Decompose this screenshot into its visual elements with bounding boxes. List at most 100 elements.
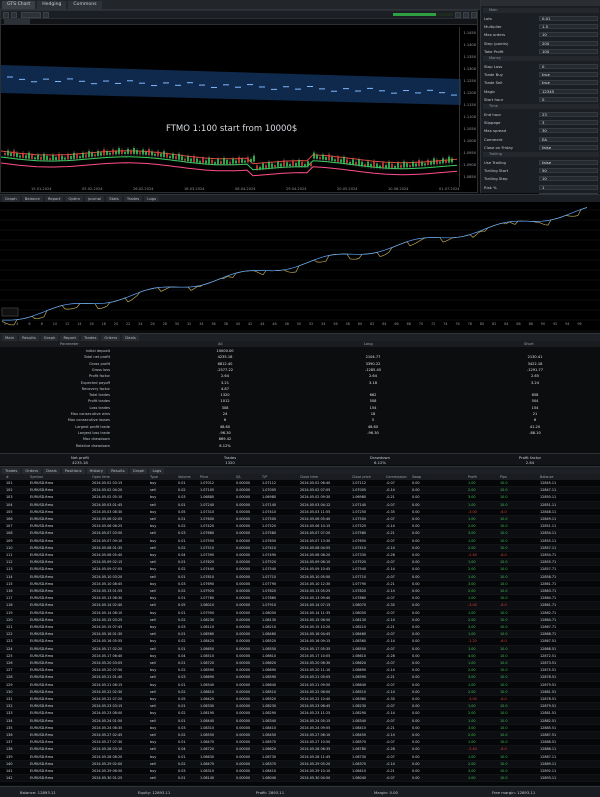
trades-header-cell[interactable]: Swap xyxy=(412,475,421,479)
trade-row[interactable]: 104 EURUSD.ftmo 2024.05.03 01:45 sell 0.01 1.… xyxy=(0,501,600,509)
trades-header-cell[interactable]: S/L xyxy=(236,475,241,479)
settings-value-field[interactable]: 0 xyxy=(539,64,598,69)
settings-gear-icon[interactable] xyxy=(3,11,9,18)
equity-tab[interactable]: Optim xyxy=(65,195,84,202)
settings-value-field[interactable]: 0 xyxy=(539,96,598,102)
trade-row[interactable]: 114 EURUSD.ftmo 2024.05.10 03:20 sell 0.01 1.… xyxy=(0,573,600,581)
settings-value-field[interactable]: EA xyxy=(539,136,598,142)
trade-row[interactable]: 101 EURUSD.ftmo 2024.05.02 03:15 buy 0.01 1.0… xyxy=(0,480,600,488)
stats-tab[interactable]: Main xyxy=(2,334,18,341)
trades-header-cell[interactable]: Pips xyxy=(500,475,507,479)
trades-tab[interactable]: Logs xyxy=(149,467,165,474)
settings-value-field[interactable]: true xyxy=(539,72,598,78)
equity-tab[interactable]: Report xyxy=(44,195,64,202)
trades-header-cell[interactable]: Type xyxy=(150,475,158,479)
trade-row[interactable]: 122 EURUSD.ftmo 2024.05.16 01:30 sell 0.01 1.… xyxy=(0,631,600,639)
trade-row[interactable]: 141 EURUSD.ftmo 2024.05.29 06:50 buy 0.03 1.0… xyxy=(0,768,600,776)
settings-value-field[interactable]: 100 xyxy=(539,48,598,54)
trade-row[interactable]: 124 EURUSD.ftmo 2024.05.17 02:20 sell 0.01 1.… xyxy=(0,645,600,653)
trade-row[interactable]: 110 EURUSD.ftmo 2024.05.08 01:35 sell 0.02 1.… xyxy=(0,544,600,552)
trade-row[interactable]: 115 EURUSD.ftmo 2024.05.10 08:45 buy 0.03 1.0… xyxy=(0,581,600,588)
equity-tab[interactable]: Logs xyxy=(144,195,160,202)
trade-row[interactable]: 126 EURUSD.ftmo 2024.05.20 03:05 sell 0.01 1.… xyxy=(0,660,600,668)
trade-row[interactable]: 137 EURUSD.ftmo 2024.05.27 07:30 buy 0.01 1.0… xyxy=(0,739,600,747)
trade-row[interactable]: 117 EURUSD.ftmo 2024.05.13 06:30 buy 0.01 1.0… xyxy=(0,595,600,603)
stats-tab[interactable]: Results xyxy=(19,334,39,341)
trades-tab[interactable]: History xyxy=(86,467,107,474)
settings-value-field[interactable]: true xyxy=(539,80,598,86)
trade-row[interactable]: 112 EURUSD.ftmo 2024.05.09 02:15 sell 0.01 1.… xyxy=(0,559,600,567)
trade-row[interactable]: 131 EURUSD.ftmo 2024.05.22 07:20 buy 0.05 1.0… xyxy=(0,696,600,704)
settings-value-field[interactable]: 30 xyxy=(539,128,598,134)
trade-row[interactable]: 133 EURUSD.ftmo 2024.05.23 08:00 buy 0.02 1.0… xyxy=(0,710,600,718)
settings-value-field[interactable]: 50 xyxy=(539,168,598,174)
trades-tab[interactable]: Orders xyxy=(22,467,42,474)
trade-row[interactable]: 136 EURUSD.ftmo 2024.05.27 02:45 sell 0.02 1.… xyxy=(0,732,600,740)
trades-header-cell[interactable]: Balance xyxy=(540,475,554,479)
trades-tab[interactable]: Deals xyxy=(43,467,60,474)
trade-row[interactable]: 132 EURUSD.ftmo 2024.05.23 03:15 sell 0.01 1.… xyxy=(0,703,600,711)
window-tab-chart[interactable]: GTS Chart xyxy=(2,0,36,9)
trades-header-cell[interactable]: Open time xyxy=(92,475,110,479)
stats-tab[interactable]: Trades xyxy=(81,334,100,341)
settings-section[interactable]: Main xyxy=(483,8,599,13)
equity-tab[interactable]: Stats xyxy=(106,195,122,202)
chart-tab-chip[interactable] xyxy=(4,19,30,24)
trades-header-cell[interactable]: # xyxy=(6,475,9,479)
stats-tab[interactable]: Report xyxy=(60,334,80,341)
trade-row[interactable]: 138 EURUSD.ftmo 2024.05.28 03:10 sell 0.04 1.… xyxy=(0,746,600,754)
settings-value-field[interactable]: 10 xyxy=(539,32,598,38)
settings-value-field[interactable]: 12345 xyxy=(539,88,598,94)
settings-value-field[interactable]: 200 xyxy=(539,40,598,46)
settings-value-field[interactable]: 10 xyxy=(539,176,598,182)
trades-tab[interactable]: Graph xyxy=(129,467,148,474)
trades-header-cell[interactable]: Symbol xyxy=(30,475,43,479)
stop-icon[interactable] xyxy=(471,11,477,18)
trade-row[interactable]: 139 EURUSD.ftmo 2024.05.28 08:20 buy 0.01 1.0… xyxy=(0,754,600,761)
settings-value-field[interactable]: 1 xyxy=(539,184,598,190)
trade-row[interactable]: 107 EURUSD.ftmo 2024.05.06 06:25 buy 0.02 1.0… xyxy=(0,523,600,531)
settings-value-field[interactable]: 23 xyxy=(539,112,598,117)
trades-tab[interactable]: Trades xyxy=(2,467,21,474)
equity-tab[interactable]: Trades xyxy=(123,195,143,202)
refresh-icon[interactable] xyxy=(11,11,17,18)
trade-row[interactable]: 109 EURUSD.ftmo 2024.05.07 09:10 buy 0.01 1.0… xyxy=(0,538,600,545)
trade-row[interactable]: 105 EURUSD.ftmo 2024.05.03 08:30 buy 0.05 1.0… xyxy=(0,509,600,516)
trade-row[interactable]: 102 EURUSD.ftmo 2024.05.02 04:20 sell 0.02 1.… xyxy=(0,487,600,495)
window-tab-commons[interactable]: Commons xyxy=(68,0,102,9)
settings-value-field[interactable]: 3 xyxy=(539,120,598,126)
settings-value-field[interactable]: 1.5 xyxy=(539,24,598,30)
stats-tab[interactable]: Deals xyxy=(122,334,139,341)
window-tab-hedging[interactable]: Hedging xyxy=(37,0,67,9)
trade-row[interactable]: 135 EURUSD.ftmo 2024.05.24 06:35 buy 0.03 1.0… xyxy=(0,725,600,732)
trade-row[interactable]: 130 EURUSD.ftmo 2024.05.22 02:30 sell 0.02 1.… xyxy=(0,688,600,696)
trades-header-cell[interactable]: T/P xyxy=(262,475,267,479)
trade-row[interactable]: 118 EURUSD.ftmo 2024.05.14 02:40 sell 0.05 1.… xyxy=(0,602,600,610)
trades-header-cell[interactable]: Volume xyxy=(178,475,191,479)
settings-value-field[interactable]: false xyxy=(539,160,598,165)
settings-section[interactable]: Time xyxy=(483,104,599,109)
trade-row[interactable]: 134 EURUSD.ftmo 2024.05.24 01:50 sell 0.01 1.… xyxy=(0,717,600,725)
trade-row[interactable]: 120 EURUSD.ftmo 2024.05.15 03:25 sell 0.02 1.… xyxy=(0,616,600,624)
settings-value-field[interactable]: false xyxy=(539,144,598,150)
timeframe-icon[interactable] xyxy=(43,11,49,18)
play-icon[interactable] xyxy=(455,11,461,18)
pause-icon[interactable] xyxy=(463,11,469,18)
symbol-selector[interactable] xyxy=(21,11,41,18)
trade-row[interactable]: 106 EURUSD.ftmo 2024.05.06 02:05 sell 0.01 1.… xyxy=(0,516,600,524)
trade-row[interactable]: 125 EURUSD.ftmo 2024.05.17 06:40 buy 0.04 1.0… xyxy=(0,653,600,660)
settings-section[interactable]: Money xyxy=(483,56,599,61)
trade-row[interactable]: 127 EURUSD.ftmo 2024.05.20 07:50 buy 0.02 1.0… xyxy=(0,667,600,675)
trade-row[interactable]: 129 EURUSD.ftmo 2024.05.21 06:15 buy 0.01 1.0… xyxy=(0,682,600,689)
stats-tab[interactable]: Orders xyxy=(101,334,121,341)
trade-row[interactable]: 142 EURUSD.ftmo 2024.05.30 01:25 sell 0.01 1.… xyxy=(0,775,600,783)
trade-row[interactable]: 119 EURUSD.ftmo 2024.05.14 08:10 buy 0.01 1.0… xyxy=(0,610,600,617)
trades-header-cell[interactable]: Price xyxy=(200,475,208,479)
trades-header-cell[interactable]: Close time xyxy=(300,475,318,479)
trades-tab[interactable]: Results xyxy=(108,467,128,474)
trade-row[interactable]: 123 EURUSD.ftmo 2024.05.16 05:55 buy 0.02 1.0… xyxy=(0,638,600,646)
settings-section[interactable]: Trailing xyxy=(483,152,599,157)
equity-tab[interactable]: Graph xyxy=(2,195,20,202)
trades-header-cell[interactable]: Profit xyxy=(468,475,477,479)
trades-header-cell[interactable]: Commission xyxy=(386,475,407,479)
